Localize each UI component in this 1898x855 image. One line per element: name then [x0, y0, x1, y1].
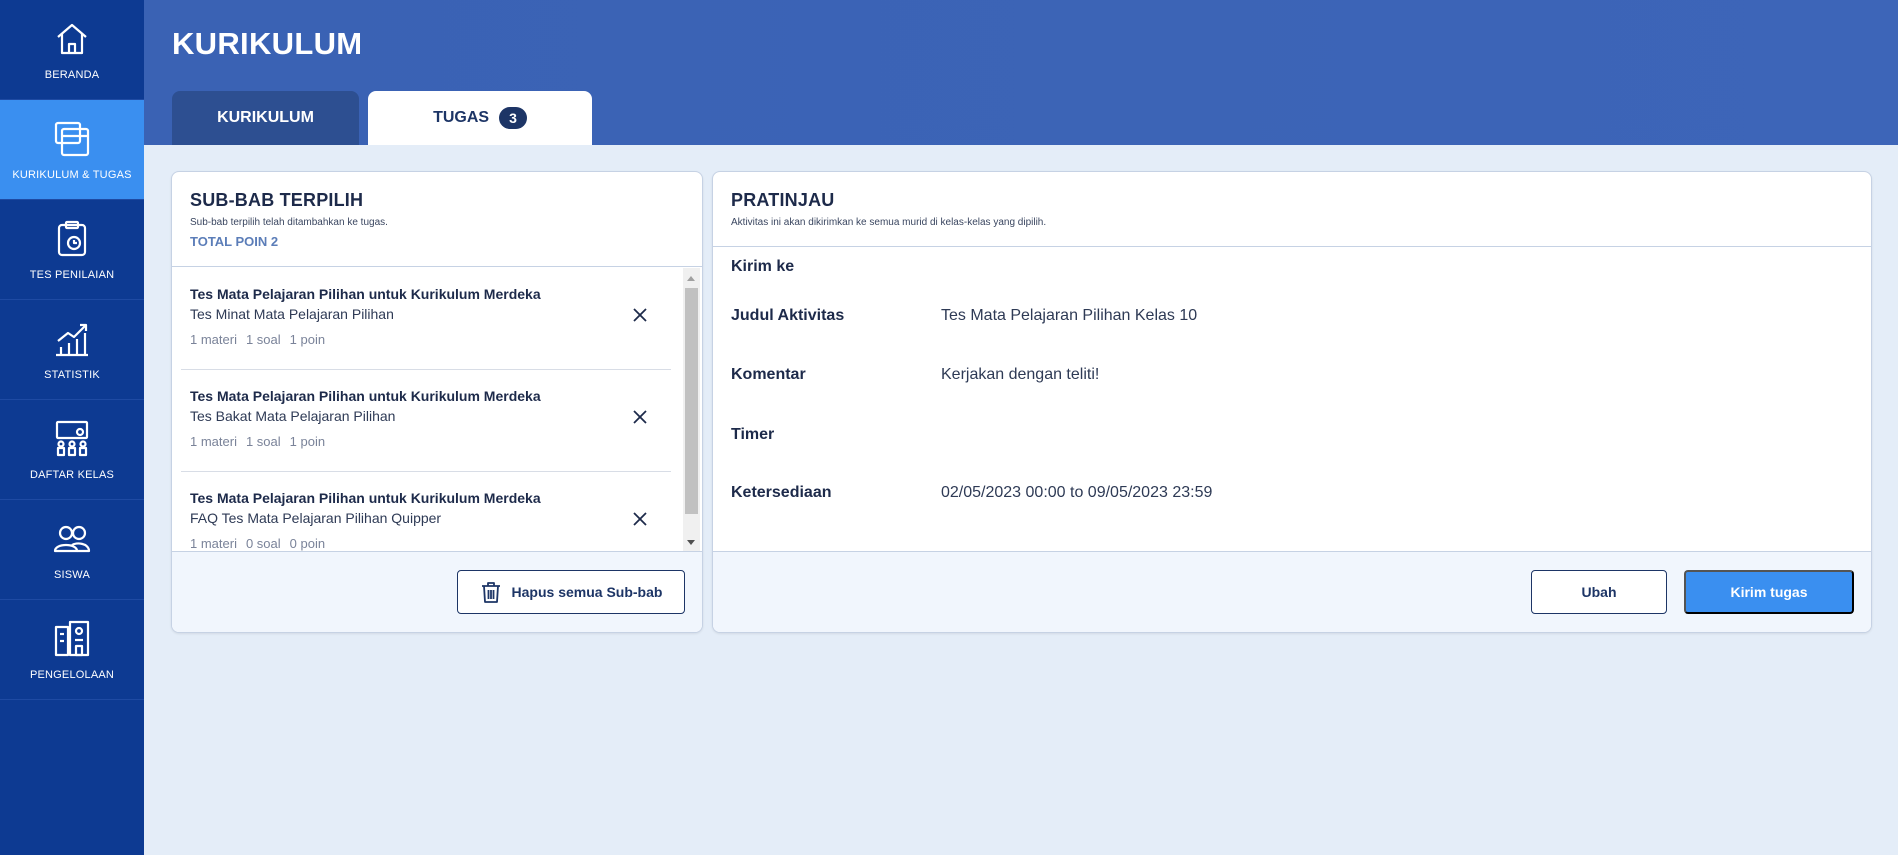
scroll-down-arrow-icon[interactable]: [687, 540, 695, 545]
field-label: Komentar: [731, 366, 806, 383]
item-subtitle: Tes Minat Mata Pelajaran Pilihan: [190, 306, 394, 322]
curriculum-icon: [54, 121, 90, 156]
sidebar-item-beranda[interactable]: BERANDA: [0, 0, 144, 100]
field-value: 02/05/2023 00:00 to 09/05/2023 23:59: [941, 484, 1213, 501]
panel-subtitle: Sub-bab terpilih telah ditambahkan ke tu…: [190, 217, 388, 228]
item-meta: 1 materi 0 soal 0 poin: [190, 536, 334, 551]
panel-header: PRATINJAU Aktivitas ini akan dikirimkan …: [713, 172, 1871, 247]
sidebar-item-siswa[interactable]: SISWA: [0, 500, 144, 600]
tab-kurikulum[interactable]: KURIKULUM: [172, 91, 359, 145]
edit-button[interactable]: Ubah: [1531, 570, 1667, 614]
page-title: KURIKULUM: [172, 26, 363, 61]
preview-panel: PRATINJAU Aktivitas ini akan dikirimkan …: [712, 171, 1872, 633]
delete-all-subchapters-button[interactable]: Hapus semua Sub-bab: [457, 570, 685, 614]
item-subtitle: Tes Bakat Mata Pelajaran Pilihan: [190, 408, 396, 424]
building-icon: [54, 620, 90, 656]
field-label: Timer: [731, 426, 775, 443]
assessment-icon: [57, 220, 87, 256]
item-materi: 1 materi: [190, 332, 237, 347]
item-poin: 1 poin: [289, 332, 326, 347]
list-item: Tes Mata Pelajaran Pilihan untuk Kurikul…: [181, 268, 671, 370]
close-icon[interactable]: [631, 510, 649, 528]
chart-icon: [56, 323, 88, 356]
sidebar-item-pengelolaan[interactable]: PENGELOLAAN: [0, 600, 144, 700]
item-soal: 1 soal: [245, 332, 281, 347]
item-soal: 0 soal: [245, 536, 281, 551]
sidebar: BERANDA KURIKULUM & TUGAS TES PENILAIAN …: [0, 0, 144, 855]
tab-label: TUGAS: [433, 109, 490, 126]
sidebar-item-statistik[interactable]: STATISTIK: [0, 300, 144, 400]
field-value: Tes Mata Pelajaran Pilihan Kelas 10: [941, 307, 1198, 324]
item-poin: 1 poin: [289, 434, 326, 449]
home-icon: [57, 23, 87, 54]
panel-subtitle: Aktivitas ini akan dikirimkan ke semua m…: [731, 217, 1047, 228]
selected-subchapters-panel: SUB-BAB TERPILIH Sub-bab terpilih telah …: [171, 171, 703, 633]
trash-icon: [481, 582, 500, 603]
sidebar-item-label: TES PENILAIAN: [29, 268, 115, 281]
scroll-thumb[interactable]: [685, 288, 698, 514]
panel-title: SUB-BAB TERPILIH: [190, 190, 364, 210]
tab-label: KURIKULUM: [217, 109, 314, 126]
item-title: Tes Mata Pelajaran Pilihan untuk Kurikul…: [190, 490, 541, 506]
field-label: Judul Aktivitas: [731, 307, 845, 324]
item-title: Tes Mata Pelajaran Pilihan untuk Kurikul…: [190, 388, 541, 404]
field-label: Ketersediaan: [731, 484, 832, 501]
scroll-up-arrow-icon[interactable]: [687, 276, 695, 281]
send-task-button[interactable]: Kirim tugas: [1684, 570, 1854, 614]
sidebar-item-kurikulum-tugas[interactable]: KURIKULUM & TUGAS: [0, 100, 144, 200]
sidebar-item-tes-penilaian[interactable]: TES PENILAIAN: [0, 200, 144, 300]
item-subtitle: FAQ Tes Mata Pelajaran Pilihan Quipper: [190, 510, 442, 526]
panel-header: SUB-BAB TERPILIH Sub-bab terpilih telah …: [172, 172, 702, 267]
button-label: Hapus semua Sub-bab: [511, 584, 663, 600]
subchapter-list[interactable]: Tes Mata Pelajaran Pilihan untuk Kurikul…: [172, 268, 702, 553]
sidebar-item-label: SISWA: [53, 568, 91, 581]
sidebar-item-label: STATISTIK: [44, 368, 100, 381]
item-materi: 1 materi: [190, 434, 237, 449]
sidebar-item-label: KURIKULUM & TUGAS: [12, 168, 132, 181]
item-poin: 0 poin: [289, 536, 326, 551]
sidebar-item-label: DAFTAR KELAS: [29, 468, 115, 481]
page-header: KURIKULUM KURIKULUM TUGAS 3: [144, 0, 1898, 145]
item-title: Tes Mata Pelajaran Pilihan untuk Kurikul…: [190, 286, 541, 302]
field-label: Kirim ke: [731, 258, 795, 275]
students-icon: [53, 525, 91, 552]
scrollbar[interactable]: [683, 268, 700, 553]
item-meta: 1 materi 1 soal 1 poin: [190, 434, 334, 449]
sidebar-item-label: PENGELOLAAN: [29, 668, 115, 681]
list-item: Tes Mata Pelajaran Pilihan untuk Kurikul…: [181, 370, 671, 472]
close-icon[interactable]: [631, 306, 649, 324]
field-value: Kerjakan dengan teliti!: [941, 366, 1100, 383]
item-meta: 1 materi 1 soal 1 poin: [190, 332, 334, 347]
panel-footer: Ubah Kirim tugas: [713, 551, 1871, 632]
item-soal: 1 soal: [245, 434, 281, 449]
close-icon[interactable]: [631, 408, 649, 426]
panel-title: PRATINJAU: [731, 190, 835, 210]
total-points: TOTAL POIN 2: [190, 234, 279, 249]
list-item: Tes Mata Pelajaran Pilihan untuk Kurikul…: [181, 472, 671, 553]
tab-tugas[interactable]: TUGAS 3: [368, 91, 592, 145]
count-badge: 3: [499, 107, 527, 129]
item-materi: 1 materi: [190, 536, 237, 551]
panel-footer: Hapus semua Sub-bab: [172, 551, 702, 632]
sidebar-item-daftar-kelas[interactable]: DAFTAR KELAS: [0, 400, 144, 500]
classroom-icon: [55, 420, 89, 456]
sidebar-item-label: BERANDA: [44, 68, 100, 81]
